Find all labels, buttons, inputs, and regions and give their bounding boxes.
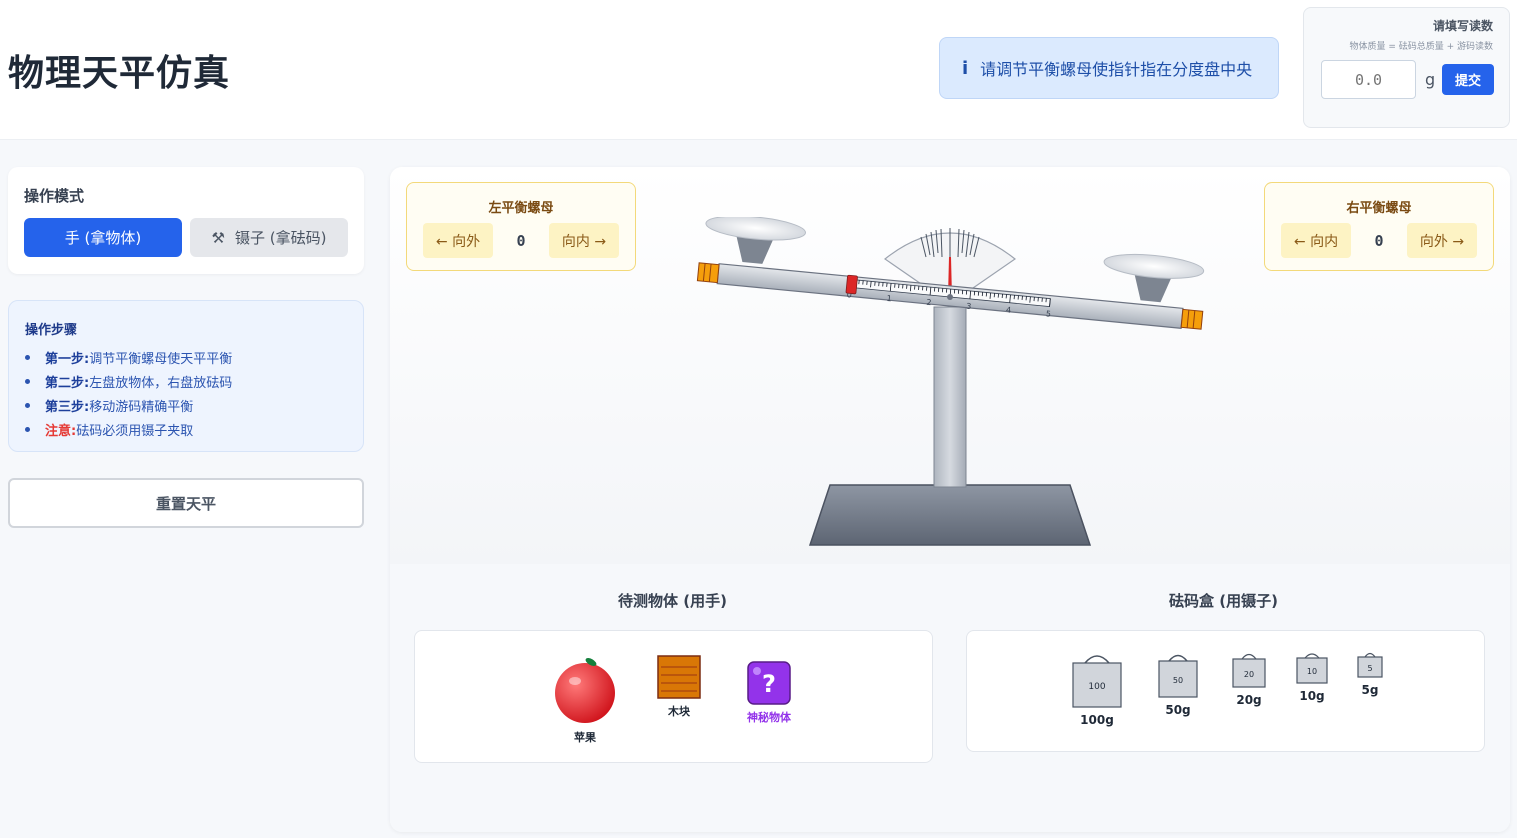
weight-50g[interactable]: 50 50g xyxy=(1157,651,1199,717)
weight-label: 10g xyxy=(1299,689,1325,703)
weight-5g[interactable]: 5 5g xyxy=(1355,651,1385,697)
scale-label: 3 xyxy=(966,302,972,311)
steps-list: 第一步: 调节平衡螺母使天平平衡 第二步: 左盘放物体，右盘放砝码 第三步: 移动游码… xyxy=(25,345,232,441)
reading-unit: g xyxy=(1425,70,1436,89)
submit-button[interactable]: 提交 xyxy=(1442,64,1494,95)
right-nut-title: 右平衡螺母 xyxy=(1346,201,1412,216)
left-balance-nut xyxy=(696,262,720,284)
mode-title: 操作模式 xyxy=(24,187,85,205)
weight-label: 100g xyxy=(1080,713,1114,727)
objects-title: 待测物体 (用手) xyxy=(618,592,727,610)
weight-100g[interactable]: 100 100g xyxy=(1071,651,1123,727)
balance: 0 1 2 3 4 5 xyxy=(696,217,1205,546)
object-label: 神秘物体 xyxy=(747,711,791,724)
object-label: 苹果 xyxy=(574,731,596,744)
scale-label: 2 xyxy=(926,298,932,307)
svg-text:20: 20 xyxy=(1244,670,1254,679)
left-pan xyxy=(705,217,806,264)
left-nut-card: 左平衡螺母 ← 向外 0 向内 → xyxy=(406,182,636,271)
mode-tweezers-label: 镊子 (拿砝码) xyxy=(234,229,327,247)
svg-text:100: 100 xyxy=(1088,682,1105,692)
main-panel: 左平衡螺母 ← 向外 0 向内 → 右平衡螺母 ← 向内 0 向外 → 0 1 … xyxy=(390,167,1510,832)
svg-text:50: 50 xyxy=(1173,676,1183,685)
object-label: 木块 xyxy=(668,705,690,718)
info-icon: i xyxy=(962,57,969,79)
weight-icon: 10 xyxy=(1296,653,1328,684)
step-item: 第三步: 移动游码精确平衡 xyxy=(25,393,232,417)
mode-tweezers-button[interactable]: ⚒ 镊子 (拿砝码) xyxy=(190,218,348,257)
wood-block-icon xyxy=(657,655,701,699)
left-nut-value: 0 xyxy=(516,232,526,250)
balance-pole xyxy=(933,306,967,488)
header: 物理天平仿真 i 请调节平衡螺母使指针指在分度盘中央 请填写读数 物体质量 = … xyxy=(0,0,1517,140)
weight-icon: 50 xyxy=(1158,654,1198,698)
weight-10g[interactable]: 10 10g xyxy=(1295,651,1329,703)
reading-card: 请填写读数 物体质量 = 砝码总质量 + 游码读数 g 提交 xyxy=(1303,7,1510,128)
reading-title: 请填写读数 xyxy=(1432,19,1493,33)
tweezers-icon: ⚒ xyxy=(211,228,225,247)
weight-icon: 100 xyxy=(1072,655,1122,708)
objects-box: 苹果 木块 ? 神秘物体 xyxy=(414,630,933,763)
hint-banner: i 请调节平衡螺母使指针指在分度盘中央 xyxy=(939,37,1279,99)
svg-text:10: 10 xyxy=(1307,667,1317,676)
left-nut-out-button[interactable]: ← 向外 xyxy=(423,223,493,258)
left-nut-in-button[interactable]: 向内 → xyxy=(549,223,619,258)
step-item-warning: 注意: 砝码必须用镊子夹取 xyxy=(25,417,232,441)
weight-label: 5g xyxy=(1361,683,1379,697)
balance-base xyxy=(808,484,1092,546)
mode-hand-button[interactable]: 手 (拿物体) xyxy=(24,218,182,257)
mode-card: 操作模式 手 (拿物体) ⚒ 镊子 (拿砝码) xyxy=(8,167,364,274)
reading-formula: 物体质量 = 砝码总质量 + 游码读数 xyxy=(1349,42,1493,52)
svg-text:?: ? xyxy=(762,670,776,698)
objects-area: 待测物体 (用手) 砝码盒 (用镊子) 苹果 木块 ? 神秘物体 100 100… xyxy=(390,564,1510,832)
right-nut-out-button[interactable]: 向外 → xyxy=(1407,223,1477,258)
object-mystery[interactable]: ? 神秘物体 xyxy=(737,661,801,725)
steps-card: 操作步骤 第一步: 调节平衡螺母使天平平衡 第二步: 左盘放物体，右盘放砝码 第三步… xyxy=(8,300,364,452)
reading-input[interactable] xyxy=(1321,60,1416,99)
object-apple[interactable]: 苹果 xyxy=(553,655,617,745)
right-balance-nut xyxy=(1180,308,1204,330)
svg-text:5: 5 xyxy=(1367,664,1372,673)
right-nut-card: 右平衡螺母 ← 向内 0 向外 → xyxy=(1264,182,1494,271)
rider-slider[interactable] xyxy=(845,274,858,295)
scale-label: 5 xyxy=(1045,309,1051,318)
mystery-box-icon: ? xyxy=(747,661,791,705)
apple-icon xyxy=(555,658,615,723)
steps-title: 操作步骤 xyxy=(25,323,78,338)
hint-text: 请调节平衡螺母使指针指在分度盘中央 xyxy=(980,60,1253,79)
scale-label: 4 xyxy=(1006,305,1012,314)
scale-label: 1 xyxy=(886,294,892,303)
weight-20g[interactable]: 20 20g xyxy=(1231,651,1267,707)
page-title: 物理天平仿真 xyxy=(8,53,231,94)
left-nut-title: 左平衡螺母 xyxy=(488,201,554,216)
right-pan xyxy=(1103,253,1205,303)
object-wood-block[interactable]: 木块 xyxy=(655,655,703,719)
weight-icon: 20 xyxy=(1232,653,1266,688)
step-item: 第一步: 调节平衡螺母使天平平衡 xyxy=(25,345,232,369)
weight-icon: 5 xyxy=(1357,652,1383,678)
mode-hand-label: 手 (拿物体) xyxy=(64,229,142,247)
weight-label: 20g xyxy=(1236,693,1262,707)
right-nut-in-button[interactable]: ← 向内 xyxy=(1281,223,1351,258)
weights-box: 100 100g 50 50g 20 20g 10 10g 5 5g xyxy=(966,630,1485,752)
step-item: 第二步: 左盘放物体，右盘放砝码 xyxy=(25,369,232,393)
weights-title: 砝码盒 (用镊子) xyxy=(1169,592,1278,610)
right-nut-value: 0 xyxy=(1374,232,1384,250)
weight-label: 50g xyxy=(1165,703,1191,717)
reset-button[interactable]: 重置天平 xyxy=(8,478,364,528)
balance-stage: 左平衡螺母 ← 向外 0 向内 → 右平衡螺母 ← 向内 0 向外 → 0 1 … xyxy=(390,167,1510,564)
